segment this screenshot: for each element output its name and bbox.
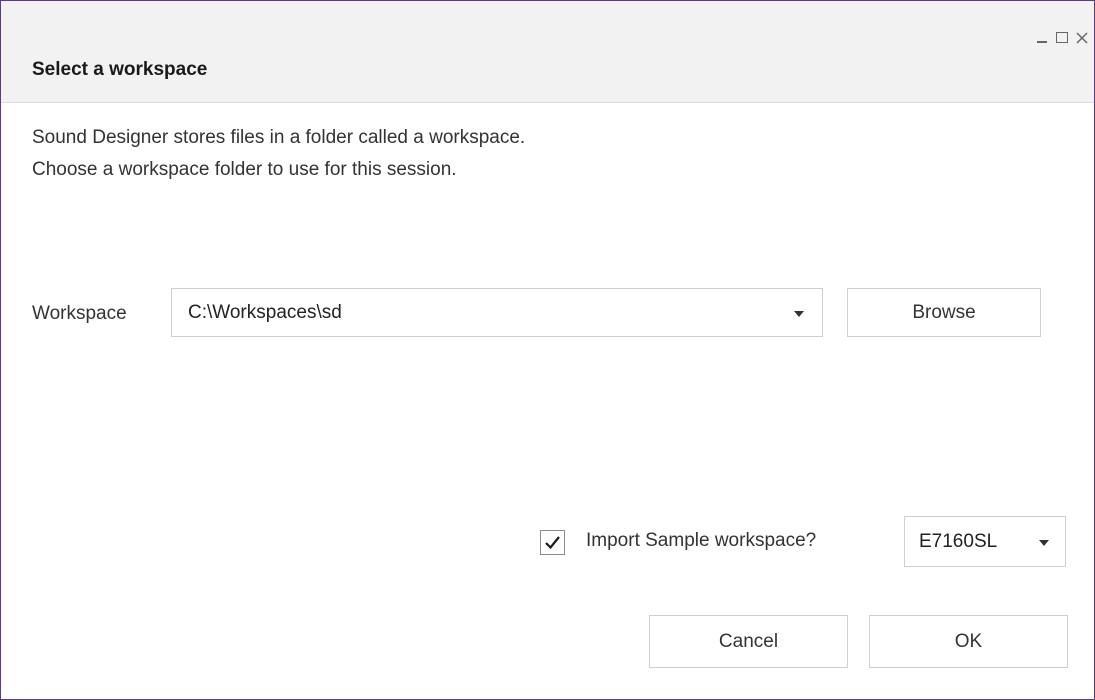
maximize-icon[interactable] [1054,29,1070,45]
dialog-description-line-1: Sound Designer stores files in a folder … [32,127,526,148]
browse-button[interactable]: Browse [847,288,1041,337]
chevron-down-icon [1039,540,1049,546]
ok-button[interactable]: OK [869,615,1068,668]
workspace-dropdown-value: C:\Workspaces\sd [188,302,342,323]
sample-workspace-dropdown-value: E7160SL [919,531,998,552]
workspace-label: Workspace [32,303,127,324]
minimize-icon[interactable] [1034,29,1050,45]
workspace-dropdown[interactable]: C:\Workspaces\sd [171,288,823,337]
checkmark-icon [545,536,560,550]
workspace-dialog: Select a workspace Sound Designer stores… [0,0,1095,700]
import-sample-checkbox[interactable] [540,530,565,555]
import-sample-label: Import Sample workspace? [586,530,817,551]
cancel-button[interactable]: Cancel [649,615,848,668]
close-icon[interactable] [1074,29,1090,45]
dialog-description-line-2: Choose a workspace folder to use for thi… [32,159,457,180]
header-divider [1,102,1094,103]
window-controls [1034,29,1090,45]
chevron-down-icon [794,311,804,317]
dialog-title: Select a workspace [32,59,208,80]
dialog-header [1,1,1094,102]
sample-workspace-dropdown[interactable]: E7160SL [904,516,1066,567]
